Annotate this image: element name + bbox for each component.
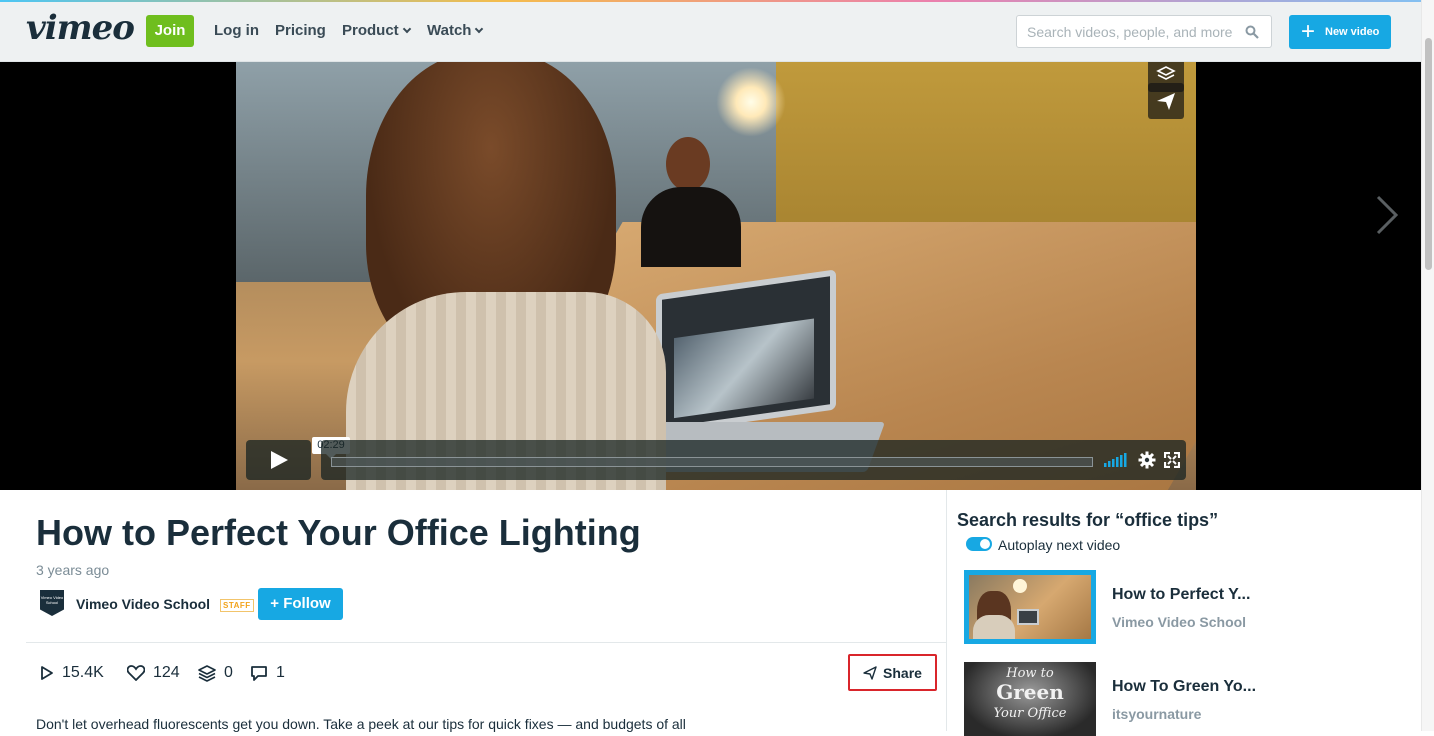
player-controls [246, 440, 1186, 480]
related-video-item[interactable]: How to Green Your Office How To Green Yo… [964, 662, 1404, 736]
thumb-text-line3: Your Office [993, 706, 1067, 721]
share-button[interactable]: Share [848, 654, 937, 691]
nav-product[interactable]: Product [342, 22, 411, 39]
new-video-button[interactable]: + New video [1289, 15, 1391, 49]
background-wall [776, 62, 1196, 232]
collections-count: 0 [224, 664, 233, 681]
video-title: How to Perfect Your Office Lighting [36, 512, 641, 553]
control-bar [321, 440, 1186, 480]
vimeo-logo[interactable]: vimeo [26, 8, 135, 48]
foreground-person [346, 62, 666, 490]
video-description: Don't let overhead fluorescents get you … [36, 716, 686, 732]
site-header: vimeo Join Log in Pricing Product Watch … [0, 2, 1421, 62]
related-video-item[interactable]: How to Perfect Y... Vimeo Video School [964, 570, 1404, 644]
related-video-title[interactable]: How To Green Yo... [1112, 678, 1256, 696]
collections-stack-icon [198, 665, 216, 682]
nav-product-label: Product [342, 22, 399, 39]
channel-avatar[interactable]: Vimeo Video School [40, 590, 64, 616]
join-button[interactable]: Join [146, 15, 194, 47]
related-video-title[interactable]: How to Perfect Y... [1112, 586, 1250, 604]
send-icon [863, 665, 877, 680]
comments-stat[interactable]: 1 [250, 664, 285, 682]
nav-watch-label: Watch [427, 22, 472, 39]
nav-watch[interactable]: Watch [427, 22, 484, 39]
follow-button[interactable]: + Follow [258, 588, 343, 620]
search-box [1016, 15, 1272, 48]
avatar-text: Vimeo Video School [40, 595, 64, 605]
fullscreen-icon[interactable] [1164, 452, 1180, 468]
search-icon[interactable] [1245, 25, 1259, 39]
autoplay-label: Autoplay next video [998, 537, 1121, 553]
thumb-text-line2: Green [996, 680, 1064, 704]
video-thumbnail[interactable] [964, 570, 1096, 644]
settings-gear-icon[interactable] [1138, 451, 1156, 469]
chevron-down-icon [475, 24, 484, 34]
progress-track[interactable] [331, 457, 1093, 467]
upload-age: 3 years ago [36, 562, 110, 578]
comment-icon [251, 665, 267, 681]
nav-pricing[interactable]: Pricing [275, 22, 326, 39]
play-count-icon [41, 666, 53, 680]
nav-log-in[interactable]: Log in [214, 22, 259, 39]
plays-count: 15.4K [62, 664, 104, 681]
related-sidebar: Search results for “office tips” Autopla… [947, 490, 1421, 736]
plus-icon: + [1301, 18, 1316, 45]
collections-stat[interactable]: 0 [198, 664, 233, 682]
autoplay-toggle[interactable] [966, 537, 992, 551]
comments-count: 1 [276, 664, 285, 681]
related-video-channel[interactable]: itsyournature [1112, 706, 1201, 722]
video-frame [236, 62, 1196, 490]
related-video-channel[interactable]: Vimeo Video School [1112, 614, 1246, 630]
follow-label: Follow [283, 595, 331, 612]
video-player[interactable]: 02:29 [0, 62, 1421, 490]
new-video-label: New video [1325, 26, 1380, 38]
staff-badge: STAFF [220, 599, 254, 612]
share-icon[interactable] [1148, 83, 1184, 119]
channel-name[interactable]: Vimeo Video School [76, 596, 210, 612]
page-scrollbar[interactable] [1421, 0, 1434, 731]
chevron-down-icon [402, 24, 411, 34]
divider [26, 642, 946, 643]
video-details: How to Perfect Your Office Lighting 3 ye… [0, 490, 946, 732]
share-label: Share [883, 664, 922, 681]
video-thumbnail[interactable]: How to Green Your Office [964, 662, 1096, 736]
likes-count: 124 [153, 664, 180, 681]
likes-stat[interactable]: 124 [127, 664, 180, 682]
scrollbar-thumb[interactable] [1425, 38, 1432, 270]
laptop [656, 269, 836, 435]
play-button[interactable] [246, 440, 311, 480]
next-video-arrow-icon[interactable] [1372, 195, 1402, 235]
search-input[interactable] [1027, 22, 1237, 42]
play-icon [271, 451, 288, 469]
volume-icon[interactable] [1103, 452, 1129, 468]
plays-stat[interactable]: 15.4K [40, 664, 104, 682]
heart-icon [127, 665, 145, 681]
search-results-title: Search results for “office tips” [957, 510, 1219, 530]
thumb-text-line1: How to [1006, 666, 1054, 681]
studio-light [716, 67, 786, 137]
